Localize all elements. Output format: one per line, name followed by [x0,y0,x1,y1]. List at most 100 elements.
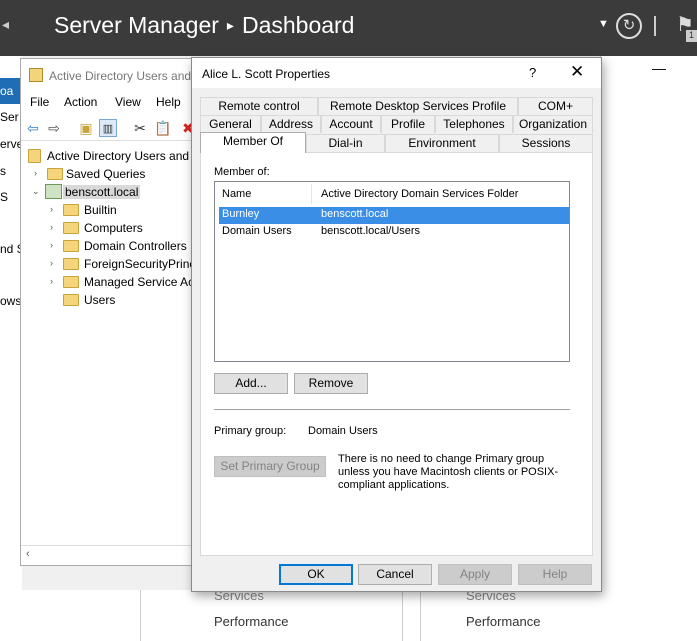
collapse-chevron-icon[interactable]: ⌄ [32,186,42,197]
aduc-menubar: File Action View Help [21,91,194,113]
tile-divider [420,590,421,641]
forward-icon[interactable]: ⇨ [45,119,63,137]
tab-com-plus[interactable]: COM+ [518,97,593,115]
tree-item[interactable]: › Builtin [21,201,194,219]
up-folder-icon[interactable]: ▣ [77,119,95,137]
folder-icon [63,222,79,234]
tab-sessions[interactable]: Sessions [499,134,593,152]
set-primary-group-button[interactable]: Set Primary Group [214,456,326,477]
tree-item-label: ForeignSecurityPrinc [84,257,196,271]
nav-item[interactable]: nd S [0,242,22,256]
primary-group-label: Primary group: [214,425,287,437]
tree-domain-label: benscott.local [63,185,141,199]
tree-saved-queries[interactable]: › Saved Queries [21,165,194,183]
show-hide-tree-icon[interactable]: ▥ [99,119,117,137]
group-name: Domain Users [222,225,292,237]
help-icon[interactable]: ? [529,65,536,80]
toolbar-divider [654,16,656,36]
cancel-button[interactable]: Cancel [358,564,432,585]
tab-dial-in[interactable]: Dial-in [306,134,385,152]
tab-telephones[interactable]: Telephones [435,115,513,133]
menu-file[interactable]: File [30,95,49,109]
primary-group-note: There is no need to change Primary group… [338,453,559,491]
tab-remote-control[interactable]: Remote control [200,97,318,115]
tab-address[interactable]: Address [261,115,321,133]
server-manager-breadcrumb: Server Manager ▸ Dashboard [54,12,354,39]
separator [214,409,570,410]
tree-item[interactable]: › Computers [21,219,194,237]
cut-icon[interactable]: ✂ [131,119,149,137]
tree-saved-queries-label: Saved Queries [66,167,146,181]
dashboard-tiles [22,590,697,641]
remove-button[interactable]: Remove [294,373,368,394]
help-button[interactable]: Help [518,564,592,585]
tree-domain[interactable]: ⌄ benscott.local [21,183,194,201]
nav-item[interactable]: Ser [0,110,22,124]
add-button[interactable]: Add... [214,373,288,394]
column-header-name[interactable]: Name [222,188,251,200]
list-row[interactable]: Domain Users benscott.local/Users [219,224,569,241]
tab-member-of[interactable]: Member Of [200,132,306,153]
tab-general[interactable]: General [200,115,261,133]
nav-item[interactable]: ows [0,294,22,308]
aduc-title: Active Directory Users and [49,69,192,83]
expand-chevron-icon[interactable]: › [34,168,44,178]
nav-item[interactable]: s [0,164,22,178]
tab-organization[interactable]: Organization [513,115,593,133]
expand-chevron-icon[interactable]: › [50,222,60,232]
page-title: Dashboard [241,12,355,38]
aduc-toolbar: ⇦ ⇨ ▣ ▥ ✂ 📋 ✖ [21,115,194,141]
menu-view[interactable]: View [115,95,141,109]
expand-chevron-icon[interactable]: › [50,240,60,250]
tile-performance-link[interactable]: Performance [466,614,540,629]
tree-item[interactable]: Users [21,291,194,309]
tab-account[interactable]: Account [321,115,381,133]
expand-chevron-icon[interactable]: › [50,204,60,214]
nav-item[interactable]: erver [0,137,22,151]
dialog-titlebar: Alice L. Scott Properties ? ✕ [192,58,601,88]
nav-item-selected[interactable]: oa [0,78,22,104]
notification-count-badge: 1 [686,30,697,42]
ok-button[interactable]: OK [279,564,353,585]
aduc-tree: Active Directory Users and C › Saved Que… [21,143,201,543]
list-row[interactable]: Burnley benscott.local [219,207,569,224]
column-divider[interactable] [311,184,312,204]
tab-remote-desktop-services-profile[interactable]: Remote Desktop Services Profile [318,97,518,115]
tree-item-label: Managed Service Ac [84,275,195,289]
background-window [600,56,697,590]
minimize-icon[interactable]: — [652,60,666,76]
tree-root[interactable]: Active Directory Users and C [21,147,201,165]
server-manager-titlebar: ◂ Server Manager ▸ Dashboard ▼ ↻ ⚑ 1 [0,0,697,56]
scroll-left-icon[interactable]: ‹ [26,548,30,560]
expand-chevron-icon[interactable]: › [50,276,60,286]
tree-item[interactable]: › ForeignSecurityPrinc [21,255,196,273]
back-arrow-icon[interactable]: ◂ [2,16,9,33]
nav-item[interactable]: S [0,190,22,204]
folder-icon [47,168,63,180]
folder-icon [63,276,79,288]
dropdown-arrow-icon[interactable]: ▼ [598,18,609,30]
tile-performance-link[interactable]: Performance [214,614,288,629]
tree-item[interactable]: › Managed Service Ac [21,273,194,291]
apply-button[interactable]: Apply [438,564,512,585]
copy-icon[interactable]: 📋 [154,119,172,137]
tree-item[interactable]: › Domain Controllers [21,237,194,255]
member-of-list[interactable]: Name Active Directory Domain Services Fo… [214,181,570,362]
horizontal-scrollbar[interactable]: ‹ [21,545,194,565]
menu-help[interactable]: Help [156,95,181,109]
aduc-window: Active Directory Users and File Action V… [20,58,201,566]
close-icon[interactable]: ✕ [570,62,584,82]
dialog-title: Alice L. Scott Properties [202,67,331,81]
column-header-folder[interactable]: Active Directory Domain Services Folder [321,188,518,200]
back-icon[interactable]: ⇦ [24,119,42,137]
menu-action[interactable]: Action [64,95,97,109]
tab-profile[interactable]: Profile [381,115,435,133]
tree-item-label: Users [84,293,116,307]
aduc-titlebar: Active Directory Users and [21,59,194,91]
tab-environment[interactable]: Environment [385,134,499,152]
tree-item-label: Builtin [84,203,117,217]
expand-chevron-icon[interactable]: › [50,258,60,268]
refresh-icon[interactable]: ↻ [616,13,642,39]
aduc-root-icon [28,149,41,163]
tile-divider [402,590,403,641]
